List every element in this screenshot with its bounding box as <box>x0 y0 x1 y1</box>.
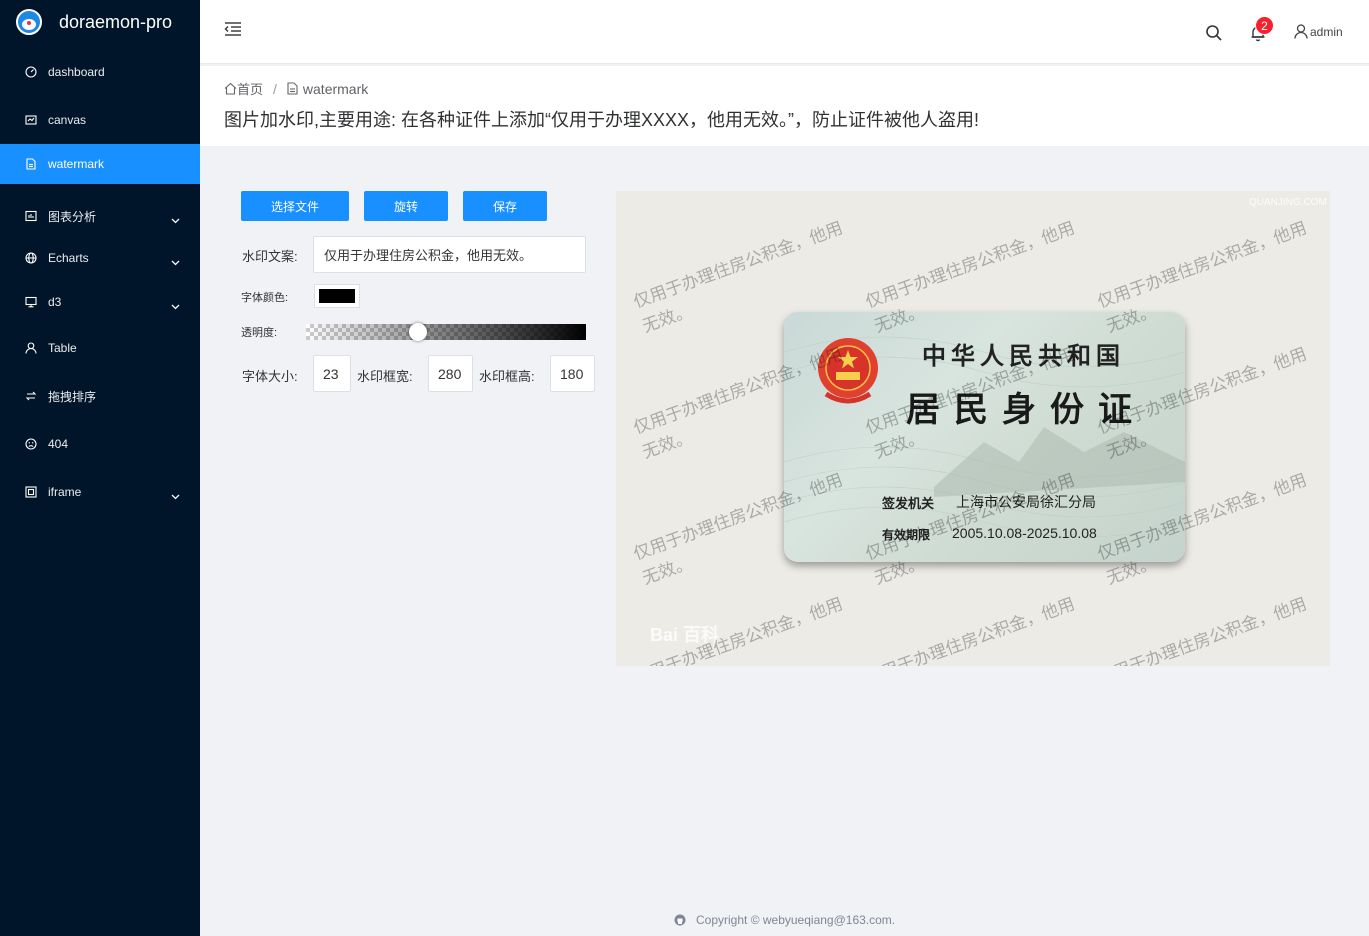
sidebar-item-label: d3 <box>48 295 62 309</box>
watermark-tile: 仅用于办理住房公积金，他用无效。 <box>863 594 1078 666</box>
doraemon-logo-icon <box>16 9 42 35</box>
breadcrumb-current: watermark <box>302 80 369 97</box>
font-size-input[interactable]: 23 <box>313 355 351 392</box>
select-file-button[interactable]: 选择文件 <box>241 191 349 221</box>
breadcrumb-home[interactable]: 首页 <box>237 79 263 98</box>
sidebar-item-echarts[interactable]: Echarts <box>0 236 200 280</box>
home-icon <box>224 82 237 95</box>
sidebar-item-watermark[interactable]: watermark <box>0 144 200 184</box>
sidebar-item-404[interactable]: 404 <box>0 420 200 468</box>
app-name: doraemon-pro <box>59 11 173 32</box>
footer: Copyright © webyueqiang@163.com. <box>674 913 895 927</box>
box-width-input[interactable]: 280 <box>428 355 473 392</box>
sidebar-item-拖拽排序[interactable]: 拖拽排序 <box>0 372 200 420</box>
opacity-slider[interactable] <box>306 323 586 341</box>
opacity-slider-thumb[interactable] <box>409 323 427 341</box>
notification-badge: 2 <box>1255 16 1274 35</box>
chevron-down-icon <box>171 489 180 503</box>
sidebar-item-table[interactable]: Table <box>0 324 200 372</box>
card-title-2: 居民身份证 <box>906 390 1146 430</box>
corner-mark: QUANJING.COM <box>1249 197 1327 208</box>
card-issuer: 上海市公安局徐汇分局 <box>956 494 1096 510</box>
github-icon[interactable] <box>674 914 686 926</box>
dashboard-icon <box>25 66 37 78</box>
box-height-label: 水印框高: <box>479 369 535 384</box>
sidebar-item-dashboard[interactable]: dashboard <box>0 48 200 96</box>
opacity-label: 透明度: <box>241 327 278 339</box>
box-width-label: 水印框宽: <box>357 369 413 384</box>
id-card-image: 中华人民共和国 居民身份证 签发机关 上海市公安局徐汇分局 有效期限 2005.… <box>784 312 1185 562</box>
breadcrumb: 首页 / watermark <box>224 79 368 98</box>
sidebar: doraemon-pro dashboard canvas watermark 图表分… <box>0 0 200 936</box>
user-icon <box>1294 24 1308 39</box>
top-header: 2 admin <box>200 0 1369 64</box>
font-color-swatch <box>319 289 355 303</box>
iframe-icon <box>25 486 37 498</box>
menu-fold-icon[interactable] <box>224 20 242 43</box>
file-icon <box>287 82 298 95</box>
chevron-down-icon <box>171 299 180 313</box>
watermark-text-label: 水印文案: <box>242 249 298 264</box>
font-color-label: 字体颜色: <box>241 292 289 304</box>
sidebar-item-label: 404 <box>48 437 69 451</box>
file-icon <box>25 158 37 170</box>
chevron-down-icon <box>171 213 180 227</box>
frown-icon <box>25 438 37 450</box>
sidebar-item-iframe[interactable]: iframe <box>0 468 200 516</box>
app-logo[interactable]: doraemon-pro <box>0 0 200 44</box>
card-issuer-label: 签发机关 <box>882 496 935 511</box>
sidebar-item-label: Table <box>48 341 77 355</box>
national-emblem-icon <box>818 338 878 404</box>
watermark-preview: 中华人民共和国 居民身份证 签发机关 上海市公安局徐汇分局 有效期限 2005.… <box>616 191 1330 666</box>
sidebar-item-label: 图表分析 <box>48 209 97 224</box>
font-size-label: 字体大小: <box>242 369 298 384</box>
sidebar-item-label: canvas <box>48 113 87 127</box>
sidebar-item-label: Echarts <box>48 251 89 265</box>
save-button[interactable]: 保存 <box>463 191 547 221</box>
search-icon[interactable] <box>1205 24 1223 47</box>
globe-icon <box>25 252 37 264</box>
sidebar-item-图表分析[interactable]: 图表分析 <box>0 192 200 240</box>
sidebar-item-d3[interactable]: d3 <box>0 280 200 324</box>
monitor-icon <box>25 296 37 308</box>
rotate-button[interactable]: 旋转 <box>364 191 448 221</box>
baidu-mark: Bai 百科 <box>650 625 720 645</box>
sidebar-item-label: 拖拽排序 <box>48 389 97 404</box>
canvas-icon <box>25 114 37 126</box>
user-menu[interactable]: admin <box>1294 24 1343 39</box>
chart-icon <box>25 210 37 222</box>
copyright-text: Copyright © webyueqiang@163.com. <box>696 913 896 927</box>
chevron-down-icon <box>171 255 180 269</box>
sidebar-item-label: iframe <box>48 485 82 499</box>
card-validity: 2005.10.08-2025.10.08 <box>952 525 1097 541</box>
breadcrumb-separator: / <box>273 80 277 97</box>
font-color-picker[interactable] <box>314 284 360 308</box>
user-icon <box>25 342 37 354</box>
username: admin <box>1310 24 1343 39</box>
page-description: 图片加水印,主要用途: 在各种证件上添加“仅用于办理XXXX，他用无效。”，防止… <box>224 110 980 130</box>
box-height-input[interactable]: 180 <box>550 355 595 392</box>
sidebar-item-label: dashboard <box>48 65 105 79</box>
sidebar-item-canvas[interactable]: canvas <box>0 96 200 144</box>
page-header: 首页 / watermark 图片加水印,主要用途: 在各种证件上添加“仅用于办… <box>200 66 1369 146</box>
watermark-tile: 仅用于办理住房公积金，他用无效。 <box>1095 594 1310 666</box>
swap-icon <box>25 390 37 402</box>
sidebar-item-label: watermark <box>48 157 105 171</box>
card-validity-label: 有效期限 <box>882 528 931 542</box>
card-title-1: 中华人民共和国 <box>922 341 1125 370</box>
watermark-text-input[interactable]: 仅用于办理住房公积金，他用无效。 <box>313 236 586 273</box>
